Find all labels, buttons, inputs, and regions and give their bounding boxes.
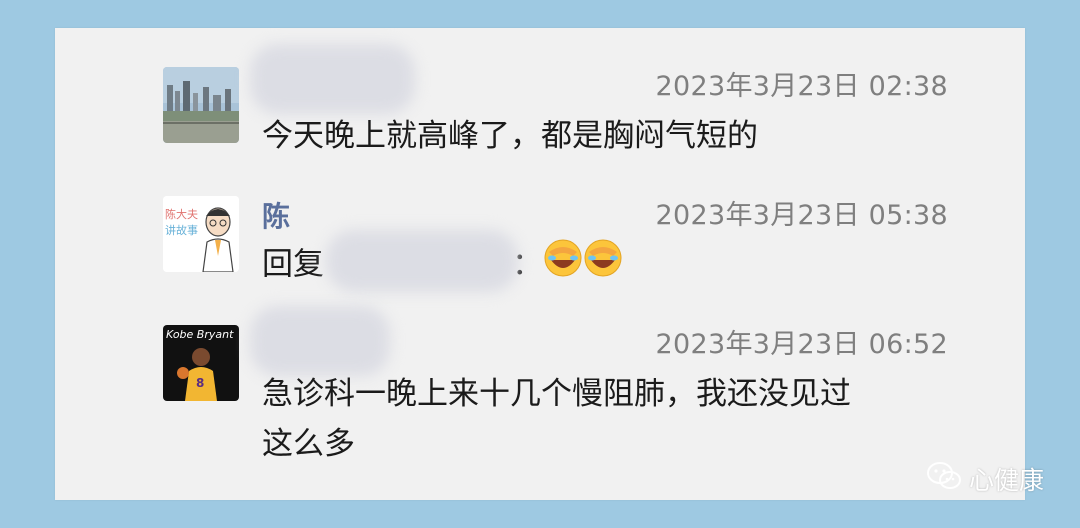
watermark: 心健康 xyxy=(926,461,1044,497)
facepalm-laugh-emoji-icon xyxy=(583,238,623,294)
watermark-text: 心健康 xyxy=(968,466,1044,495)
commenter-name[interactable]: 陈 xyxy=(262,195,290,235)
avatar[interactable]: 陈大夫 讲故事 xyxy=(163,196,239,272)
blurred-username xyxy=(250,306,390,376)
facepalm-laugh-emoji-icon xyxy=(543,238,583,294)
blurred-username xyxy=(250,44,415,114)
svg-text:8: 8 xyxy=(196,376,204,390)
comment-timestamp: 2023年3月23日 02:38 xyxy=(655,71,948,102)
doctor-cartoon-avatar: 陈大夫 讲故事 xyxy=(163,196,239,272)
wechat-icon xyxy=(926,461,961,497)
avatar-label-1: 陈大夫 xyxy=(165,207,198,221)
city-skyline-photo xyxy=(163,67,239,143)
reply-prefix: 回复 xyxy=(262,246,324,283)
basketball-player-avatar: Kobe Bryant 8 xyxy=(163,325,239,401)
avatar-label: Kobe Bryant xyxy=(166,328,234,341)
avatar-label-2: 讲故事 xyxy=(165,223,198,237)
comment-timestamp: 2023年3月23日 06:52 xyxy=(655,329,948,360)
comment-text-line-2: 这么多 xyxy=(262,426,355,462)
blurred-reply-name xyxy=(326,230,518,292)
avatar[interactable] xyxy=(163,67,239,143)
comment-text: 今天晚上就高峰了，都是胸闷气短的 xyxy=(262,118,758,154)
comment-text: 急诊科一晚上来十几个慢阻肺，我还没见过 xyxy=(262,376,851,412)
avatar[interactable]: Kobe Bryant 8 xyxy=(163,325,239,401)
comment-timestamp: 2023年3月23日 05:38 xyxy=(655,200,948,231)
